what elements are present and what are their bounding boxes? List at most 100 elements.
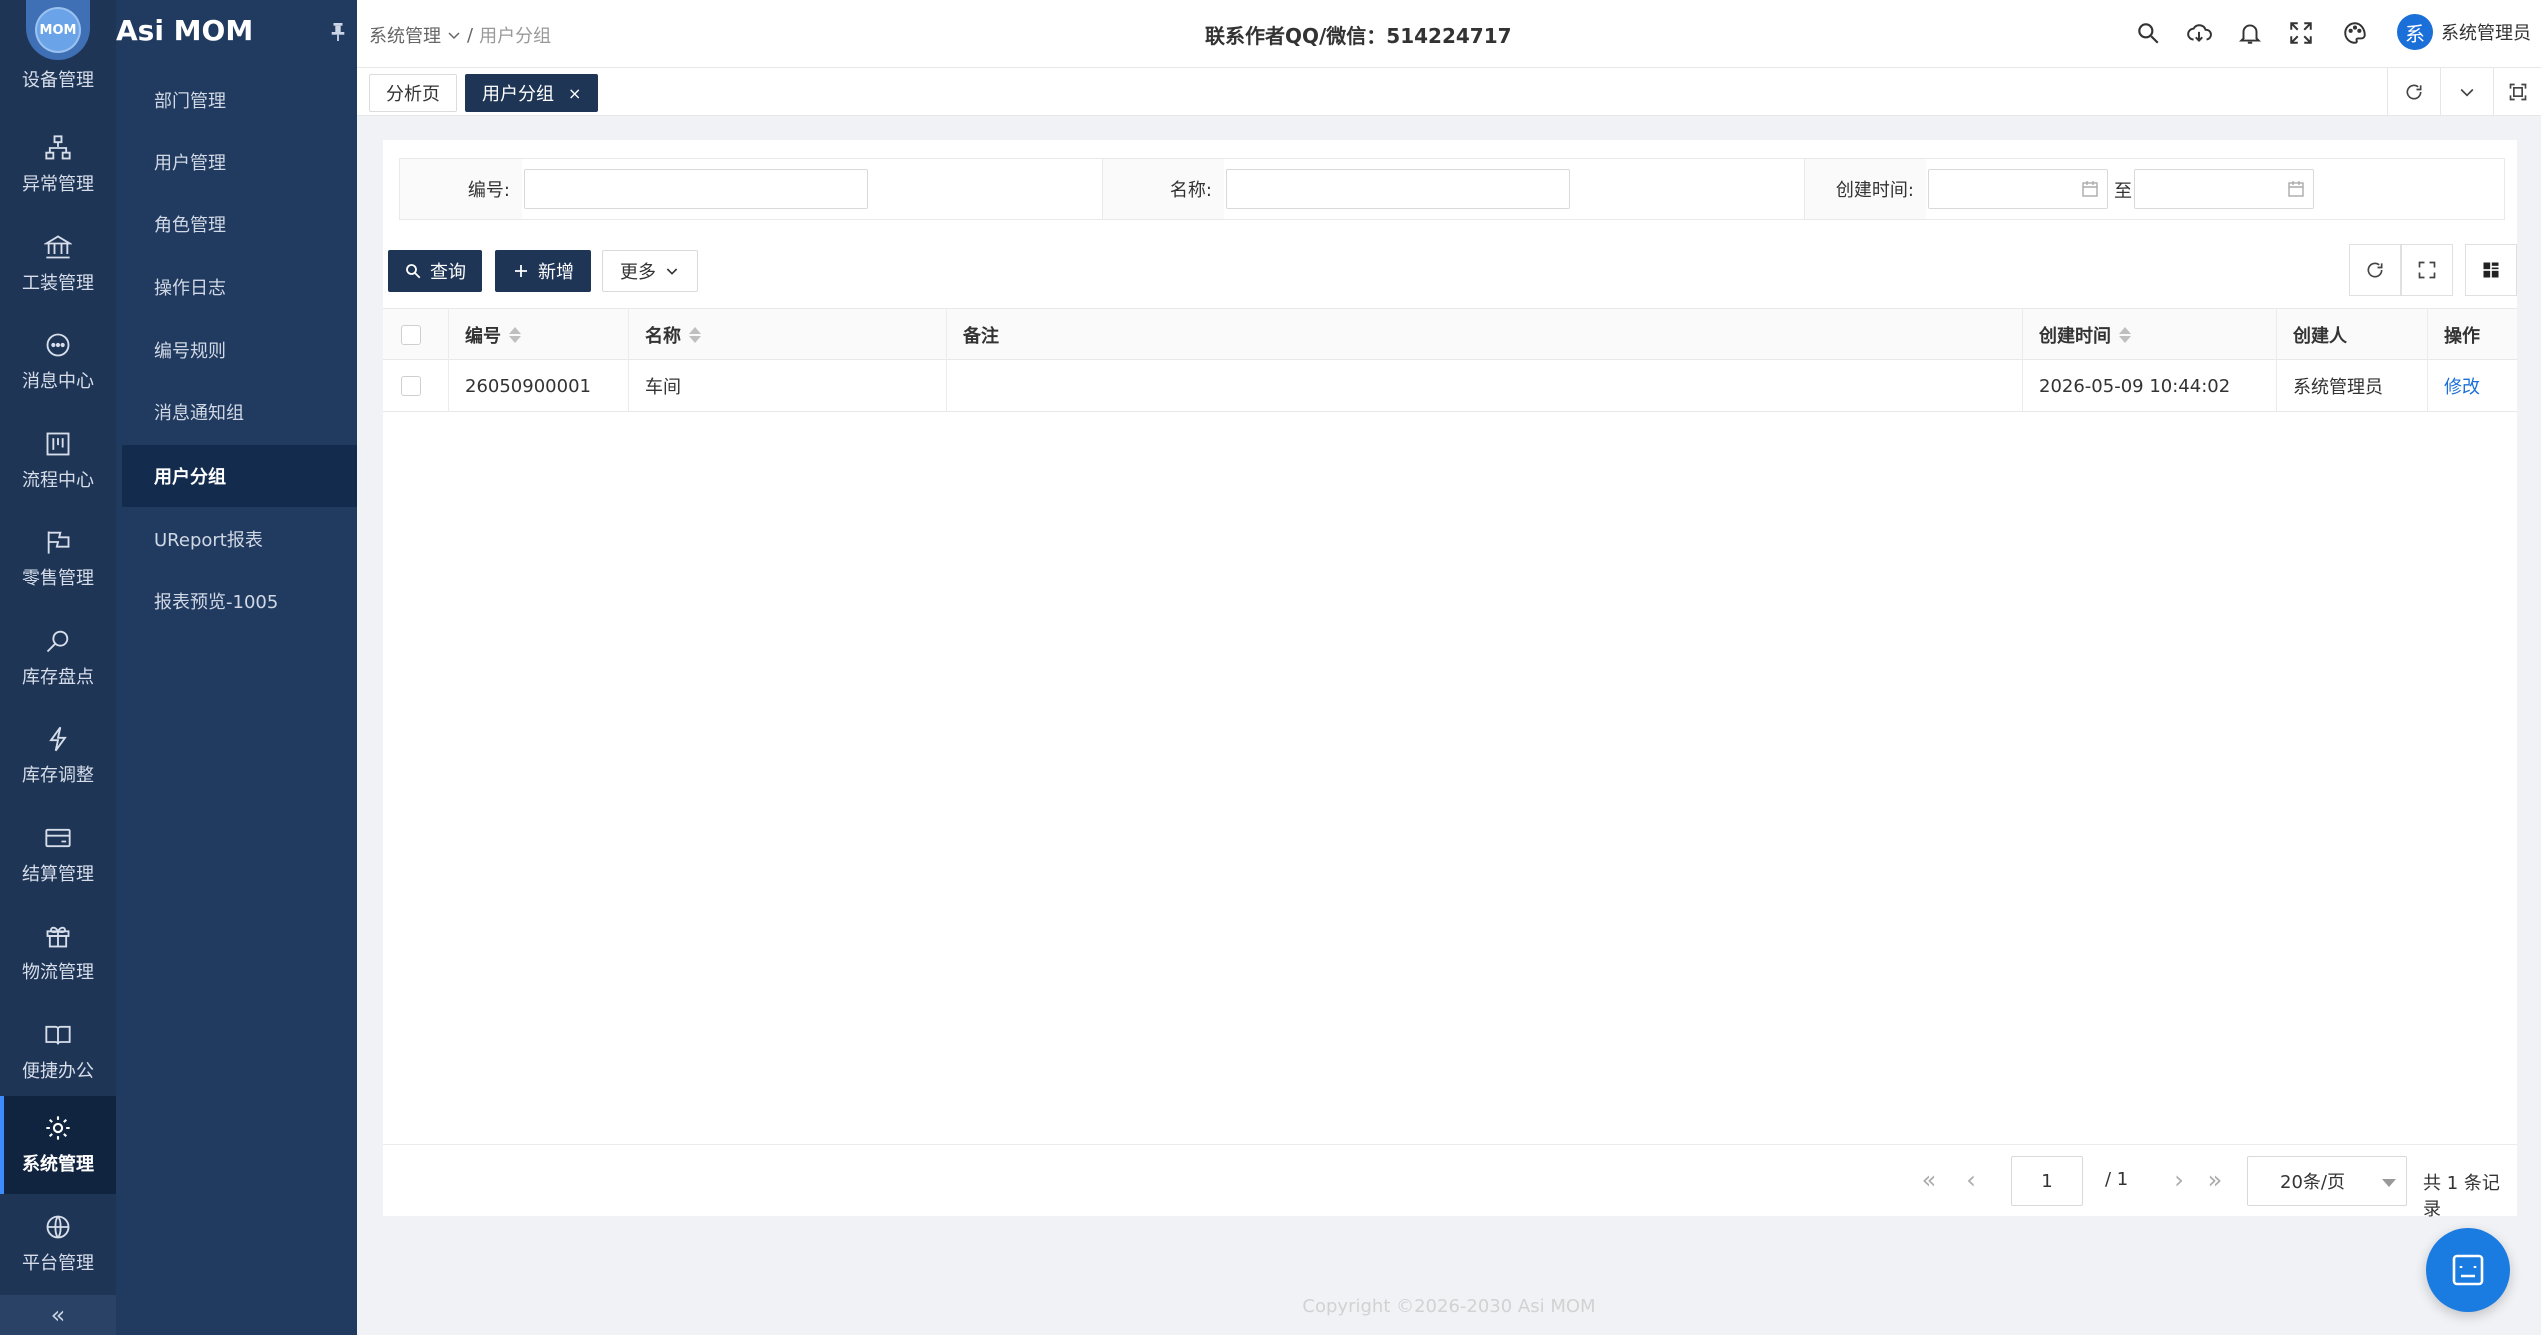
submenu-item-role[interactable]: 角色管理	[122, 193, 357, 255]
gift-icon	[46, 926, 70, 948]
rail-item-stocktake[interactable]: 库存盘点	[0, 609, 116, 707]
select-all-checkbox[interactable]	[401, 325, 421, 345]
cell-action: 修改	[2428, 360, 2517, 412]
sort-icon[interactable]	[2119, 327, 2131, 343]
cell-name: 车间	[629, 360, 947, 412]
expand-icon	[2509, 83, 2526, 101]
code-label: 编号:	[400, 159, 522, 219]
tab-user-group[interactable]: 用户分组 ×	[465, 74, 599, 112]
code-input[interactable]	[524, 169, 868, 209]
gear-icon	[46, 1116, 70, 1140]
submenu-item-department[interactable]: 部门管理	[122, 69, 357, 131]
icon-rail: MOM 设备管理 异常管理 工装管理 消息中心 流程中心 零售管理 库存盘点 库…	[0, 0, 116, 1335]
table-row[interactable]: 26050900001 车间 2026-05-09 10:44:02 系统管理员…	[383, 360, 2517, 412]
page-number-input[interactable]: 1	[2011, 1156, 2083, 1206]
rail-item-retail[interactable]: 零售管理	[0, 510, 116, 608]
submenu-item-numbering[interactable]: 编号规则	[122, 319, 357, 381]
palette-icon[interactable]	[2342, 20, 2368, 46]
rail-item-stock-adjust[interactable]: 库存调整	[0, 707, 116, 805]
rail-item-office[interactable]: 便捷办公	[0, 1003, 116, 1101]
app-title: Asi MOM	[116, 14, 357, 54]
name-input[interactable]	[1226, 169, 1570, 209]
fullscreen-icon[interactable]	[2288, 20, 2314, 46]
col-name[interactable]: 名称	[629, 309, 947, 361]
rail-item-device[interactable]: 设备管理	[0, 66, 116, 92]
first-page-icon[interactable]: «	[1915, 1165, 1943, 1195]
column-settings-button[interactable]	[2465, 244, 2517, 296]
tab-menu-button[interactable]	[2440, 68, 2493, 116]
edit-link[interactable]: 修改	[2444, 373, 2480, 399]
col-code[interactable]: 编号	[449, 309, 629, 361]
col-remark: 备注	[947, 309, 2023, 361]
breadcrumb: 系统管理 / 用户分组	[369, 22, 551, 48]
next-page-icon[interactable]: ›	[2165, 1165, 2193, 1195]
cell-code: 26050900001	[449, 360, 629, 412]
rail-item-logistics[interactable]: 物流管理	[0, 904, 116, 1002]
logo-text: MOM	[35, 7, 81, 53]
rail-item-workflow[interactable]: 流程中心	[0, 412, 116, 510]
submenu-item-oplog[interactable]: 操作日志	[122, 256, 357, 318]
assistant-button[interactable]	[2426, 1228, 2510, 1312]
page-total: / 1	[2105, 1169, 2129, 1190]
close-icon[interactable]: ×	[568, 84, 581, 103]
breadcrumb-parent[interactable]: 系统管理	[369, 22, 441, 48]
prev-page-icon[interactable]: ‹	[1957, 1165, 1985, 1195]
rail-label: 库存盘点	[22, 667, 94, 688]
magnify-icon	[46, 630, 69, 653]
sort-icon[interactable]	[689, 327, 701, 343]
user-menu[interactable]: 系 系统管理员	[2397, 14, 2531, 50]
submenu-item-user[interactable]: 用户管理	[122, 131, 357, 193]
col-created-label: 创建时间	[2039, 326, 2111, 347]
query-button[interactable]: 查询	[388, 250, 482, 292]
chevron-down-icon	[666, 268, 678, 275]
col-creator: 创建人	[2277, 309, 2428, 361]
rail-item-settlement[interactable]: 结算管理	[0, 806, 116, 904]
tab-analysis[interactable]: 分析页	[369, 74, 457, 112]
cloud-download-icon[interactable]	[2186, 20, 2212, 46]
cell-creator: 系统管理员	[2277, 360, 2428, 412]
rail-item-platform[interactable]: 平台管理	[0, 1195, 116, 1293]
submenu-item-ureport[interactable]: UReport报表	[122, 508, 357, 570]
refresh-tab-button[interactable]	[2387, 68, 2440, 116]
board-icon	[46, 432, 70, 456]
submenu-item-report-preview[interactable]: 报表预览-1005	[122, 570, 357, 632]
add-label: 新增	[538, 262, 574, 283]
app-title-text: Asi MOM	[116, 14, 254, 47]
row-checkbox[interactable]	[401, 376, 421, 396]
rail-label: 系统管理	[22, 1154, 94, 1175]
search-icon	[406, 264, 421, 279]
add-button[interactable]: 新增	[495, 250, 591, 292]
last-page-icon[interactable]: »	[2201, 1165, 2229, 1195]
rail-item-system[interactable]: 系统管理	[0, 1096, 116, 1194]
bell-icon[interactable]	[2237, 20, 2263, 46]
table-fullscreen-button[interactable]	[2401, 244, 2453, 296]
rail-label: 便捷办公	[22, 1061, 94, 1082]
submenu-item-user-group[interactable]: 用户分组	[122, 445, 357, 507]
submenu-item-notify-group[interactable]: 消息通知组	[122, 381, 357, 443]
app-logo: MOM	[26, 0, 90, 60]
caret-down-icon	[2382, 1179, 2396, 1187]
maximize-content-button[interactable]	[2493, 68, 2541, 116]
refresh-table-button[interactable]	[2349, 244, 2401, 296]
pin-icon[interactable]	[329, 22, 347, 42]
rail-label: 平台管理	[22, 1253, 94, 1274]
hierarchy-icon	[45, 135, 71, 160]
tab-label: 分析页	[386, 84, 440, 105]
rail-item-tooling[interactable]: 工装管理	[0, 215, 116, 313]
fullscreen-icon	[2418, 261, 2436, 279]
table-header: 编号 名称 备注 创建时间 创建人 操作	[383, 308, 2517, 361]
plus-icon	[515, 265, 527, 277]
page-size-select[interactable]: 20条/页	[2247, 1156, 2407, 1206]
more-button[interactable]: 更多	[602, 250, 698, 292]
col-action: 操作	[2444, 326, 2480, 347]
rail-label: 流程中心	[22, 470, 94, 491]
search-icon[interactable]	[2135, 20, 2161, 46]
rail-item-message[interactable]: 消息中心	[0, 313, 116, 411]
rail-item-exception[interactable]: 异常管理	[0, 116, 116, 214]
rail-label: 零售管理	[22, 568, 94, 589]
end-date-picker[interactable]	[2134, 169, 2314, 209]
collapse-rail-button[interactable]: «	[0, 1295, 116, 1335]
col-created[interactable]: 创建时间	[2023, 309, 2277, 361]
start-date-picker[interactable]	[1928, 169, 2108, 209]
sort-icon[interactable]	[509, 327, 521, 343]
